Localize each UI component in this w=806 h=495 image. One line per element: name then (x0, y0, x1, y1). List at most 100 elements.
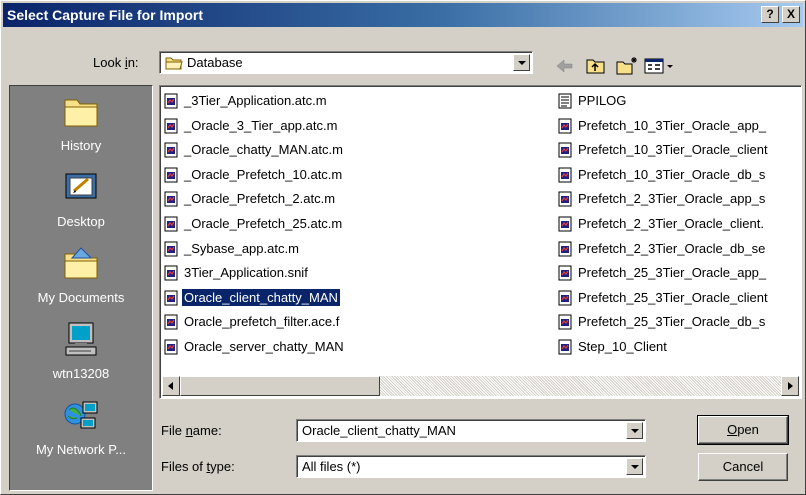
scroll-right-arrow-icon (788, 382, 793, 390)
scrollbar-thumb[interactable] (180, 376, 380, 396)
file-list-item-label: Prefetch_10_3Tier_Oracle_db_s (578, 166, 766, 182)
file-list-item[interactable]: _Oracle_Prefetch_10.atc.m (164, 165, 404, 184)
file-list-item[interactable]: Prefetch_10_3Tier_Oracle_db_s (558, 165, 798, 184)
file-list-item-label: 3Tier_Application.snif (184, 265, 308, 281)
capture-file-icon (164, 93, 178, 109)
file-list-item[interactable]: Prefetch_2_3Tier_Oracle_app_s (558, 189, 798, 208)
file-list-item-label: Oracle_client_chatty_MAN (181, 287, 341, 307)
file-list-item[interactable]: _Sybase_app.atc.m (164, 239, 404, 258)
file-list-item[interactable]: _Oracle_Prefetch_2.atc.m (164, 189, 404, 208)
capture-file-icon (558, 216, 572, 232)
scroll-left-button[interactable] (162, 376, 180, 396)
file-list-item[interactable]: Step_10_Client (558, 337, 798, 356)
file-list-item[interactable]: _Oracle_3_Tier_app.atc.m (164, 116, 404, 135)
places-my-documents[interactable]: My Documents (10, 246, 152, 320)
file-list-item[interactable]: PPILOG (558, 91, 798, 110)
file-list-item[interactable]: Prefetch_2_3Tier_Oracle_db_se (558, 239, 798, 258)
places-computer-label: wtn13208 (52, 366, 110, 381)
file-list-item[interactable]: Oracle_server_chatty_MAN (164, 337, 404, 356)
capture-file-icon (558, 339, 572, 355)
file-list-item[interactable]: _Oracle_Prefetch_25.atc.m (164, 214, 404, 233)
capture-file-icon (558, 191, 572, 207)
places-network-label: My Network P... (35, 442, 127, 457)
capture-file-icon (558, 241, 572, 257)
file-list-item-label: Prefetch_2_3Tier_Oracle_app_s (578, 191, 766, 207)
open-button[interactable]: Open (697, 415, 789, 445)
file-list-item-label: Prefetch_25_3Tier_Oracle_db_s (578, 314, 766, 330)
look-in-combo[interactable]: Database (159, 51, 533, 74)
file-list-item-label: Prefetch_2_3Tier_Oracle_db_se (578, 240, 766, 256)
capture-file-icon (164, 339, 178, 355)
file-list-item[interactable]: Oracle_client_chatty_MAN (164, 287, 404, 307)
file-list-item-label: _Oracle_3_Tier_app.atc.m (184, 117, 338, 133)
scroll-right-button[interactable] (781, 376, 799, 396)
horizontal-scrollbar[interactable] (162, 376, 799, 396)
file-list-item[interactable]: Prefetch_25_3Tier_Oracle_db_s (558, 312, 798, 331)
history-folder-icon (64, 99, 98, 127)
file-list-item-label: Prefetch_10_3Tier_Oracle_client (578, 142, 768, 158)
capture-file-icon (164, 142, 178, 158)
file-list-item-label: _Oracle_chatty_MAN.atc.m (184, 142, 343, 158)
capture-file-icon (164, 167, 178, 183)
file-list-item[interactable]: Prefetch_10_3Tier_Oracle_client (558, 140, 798, 159)
file-list-item[interactable]: Oracle_prefetch_filter.ace.f (164, 312, 404, 331)
file-list-item-label: Prefetch_25_3Tier_Oracle_client (578, 289, 768, 305)
file-list-item[interactable]: Prefetch_25_3Tier_Oracle_app_ (558, 263, 798, 282)
file-list-item[interactable]: 3Tier_Application.snif (164, 263, 404, 282)
file-list-item-label: _Oracle_Prefetch_25.atc.m (184, 216, 343, 231)
back-button[interactable] (553, 55, 577, 77)
places-desktop-label: Desktop (57, 214, 105, 229)
places-network[interactable]: My Network P... (10, 398, 152, 472)
file-name-field[interactable]: Oracle_client_chatty_MAN (296, 419, 646, 442)
file-list-item-label: _Oracle_Prefetch_10.atc.m (184, 166, 343, 182)
views-menu-button[interactable] (643, 55, 677, 77)
up-folder-button[interactable] (584, 55, 608, 77)
desktop-icon (65, 173, 97, 199)
title-bar[interactable]: Select Capture File for Import ? X (3, 3, 803, 27)
new-folder-button[interactable] (615, 55, 639, 77)
file-name-dropdown-button[interactable] (626, 422, 643, 439)
file-list-item-label: Oracle_prefetch_filter.ace.f (184, 314, 340, 330)
file-list-item[interactable]: _3Tier_Application.atc.m (164, 91, 404, 110)
file-list[interactable]: _3Tier_Application.atc.m _Oracle_3_Tier_a… (159, 85, 802, 399)
file-list-item-label: Oracle_server_chatty_MAN (184, 339, 344, 354)
capture-file-icon (558, 290, 572, 306)
file-list-item-label: _Sybase_app.atc.m (184, 240, 299, 256)
help-button[interactable]: ? (761, 6, 779, 23)
file-list-item[interactable]: Prefetch_2_3Tier_Oracle_client. (558, 214, 798, 233)
capture-file-icon (558, 314, 572, 330)
file-name-label: File name: (161, 423, 222, 438)
file-type-value: All files (*) (302, 459, 361, 474)
close-button[interactable]: X (782, 6, 800, 23)
file-list-item[interactable]: Prefetch_10_3Tier_Oracle_app_ (558, 116, 798, 135)
up-folder-icon (586, 59, 605, 74)
file-list-item[interactable]: _Oracle_chatty_MAN.atc.m (164, 140, 404, 159)
file-type-label: Files of type: (161, 459, 235, 474)
file-list-item-label: Prefetch_25_3Tier_Oracle_app_ (578, 265, 767, 281)
file-type-dropdown-button[interactable] (626, 458, 643, 475)
capture-file-icon (164, 241, 178, 257)
file-list-item-label: PPILOG (578, 93, 627, 108)
places-bar: History Desktop My Documents wtn13208 My… (9, 85, 153, 491)
capture-file-icon (558, 142, 572, 158)
places-computer[interactable]: wtn13208 (10, 322, 152, 396)
text-file-icon (558, 93, 572, 109)
places-history-label: History (60, 138, 102, 153)
file-list-item-label: _3Tier_Application.atc.m (184, 93, 327, 108)
capture-file-icon (558, 265, 572, 281)
look-in-dropdown-button[interactable] (513, 54, 530, 71)
places-desktop[interactable]: Desktop (10, 170, 152, 244)
file-type-combo[interactable]: All files (*) (296, 455, 646, 478)
places-history[interactable]: History (10, 94, 152, 168)
network-places-icon (64, 401, 98, 429)
capture-file-icon (164, 314, 178, 330)
cancel-button[interactable]: Cancel (698, 453, 788, 481)
scroll-left-arrow-icon (168, 382, 173, 390)
places-my-documents-label: My Documents (37, 290, 125, 305)
computer-icon (65, 322, 97, 356)
file-list-item[interactable]: Prefetch_25_3Tier_Oracle_client (558, 288, 798, 307)
file-list-item-label: Prefetch_10_3Tier_Oracle_app_ (578, 117, 767, 133)
file-list-item-label: Prefetch_2_3Tier_Oracle_client. (578, 216, 764, 231)
capture-file-icon (164, 290, 178, 306)
file-name-value: Oracle_client_chatty_MAN (302, 423, 456, 438)
